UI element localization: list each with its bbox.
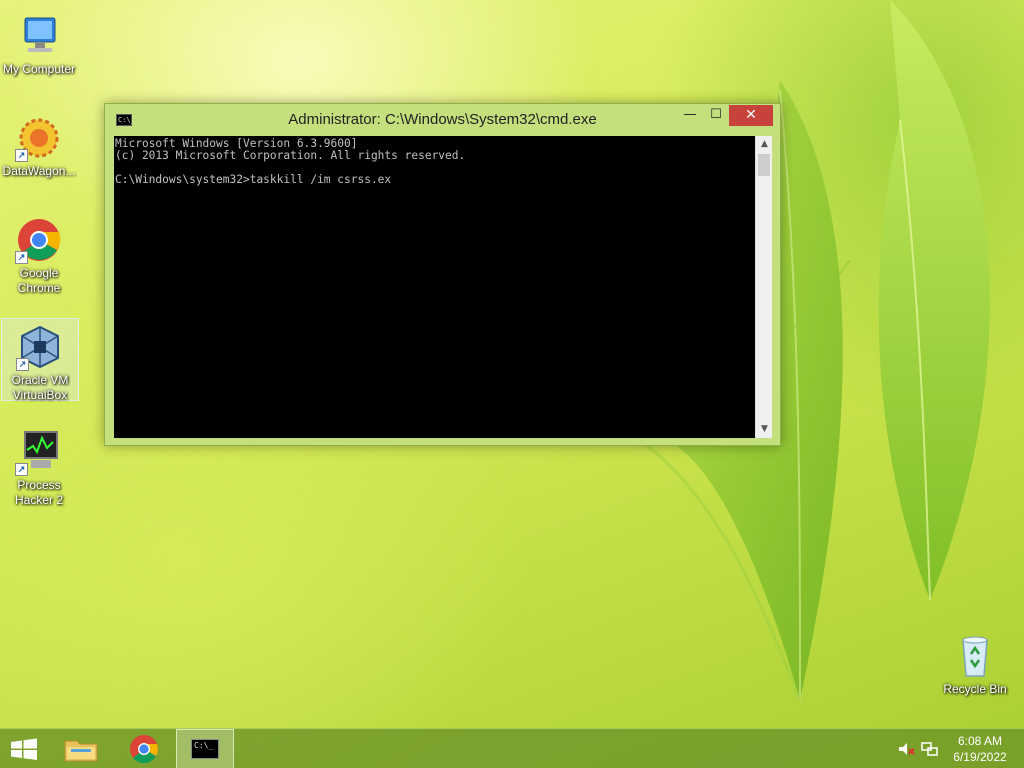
network-icon[interactable] [921,741,939,757]
desktop-icon-my-computer[interactable]: My Computer [0,8,78,77]
console-command-line: C:\Windows\system32>taskkill /im csrss.e… [115,173,392,187]
console-scrollbar[interactable]: ▲ ▼ [755,136,772,438]
clock-time: 6:08 AM [957,734,1003,748]
taskbar-cmd[interactable]: C:\_ [176,729,234,768]
taskbar: C:\_ 6:08 AM 6/19/2022 [0,728,1024,768]
scroll-down-icon[interactable]: ▼ [756,421,773,438]
volume-muted-icon[interactable] [897,741,915,757]
desktop-icon-google-chrome[interactable]: ↗ Google Chrome [0,212,78,296]
windows-logo-icon [11,738,37,760]
console-line: (c) 2013 Microsoft Corporation. All righ… [115,149,466,163]
desktop-icon-label: DataWagon... [2,164,76,178]
cmd-titlebar[interactable]: C:\_ Administrator: C:\Windows\System32\… [105,104,780,136]
shortcut-arrow-icon: ↗ [16,358,29,371]
console-output[interactable]: Microsoft Windows [Version 6.3.9600] (c) … [114,136,755,438]
desktop-icon-datawagon[interactable]: ↗ DataWagon... [0,110,78,179]
chrome-icon [130,735,158,764]
chrome-icon: ↗ [15,216,63,264]
desktop-icon-label: Process Hacker 2 [14,478,64,507]
system-clock[interactable]: 6:08 AM 6/19/2022 [944,733,1016,765]
cmd-window[interactable]: C:\_ Administrator: C:\Windows\System32\… [104,103,781,446]
scrollbar-thumb[interactable] [758,154,770,176]
computer-icon [15,12,63,60]
desktop-icon-label: Google Chrome [17,266,61,295]
cmd-icon: C:\_ [191,739,219,759]
clock-date: 6/19/2022 [953,750,1007,764]
taskbar-file-explorer[interactable] [57,729,105,768]
shortcut-arrow-icon: ↗ [15,149,28,162]
desktop-icon-recycle-bin[interactable]: Recycle Bin [936,628,1014,697]
maximize-button[interactable]: ☐ [703,105,729,126]
folder-icon [64,740,98,762]
desktop-icon-label: Recycle Bin [943,682,1007,696]
start-button[interactable] [0,729,48,768]
desktop-icon-label: Oracle VM VirtualBox [11,373,69,402]
shortcut-arrow-icon: ↗ [15,463,28,476]
process-hacker-icon: ↗ [15,428,63,476]
minimize-button[interactable]: — [677,105,703,126]
taskbar-chrome[interactable] [120,729,168,768]
datawagon-icon: ↗ [15,114,63,162]
desktop-icon-process-hacker[interactable]: ↗ Process Hacker 2 [0,424,78,508]
shortcut-arrow-icon: ↗ [15,251,28,264]
close-button[interactable]: ✕ [729,105,773,126]
virtualbox-icon: ↗ [16,323,64,371]
scroll-up-icon[interactable]: ▲ [756,136,773,153]
recycle-bin-icon [951,632,999,680]
desktop-icon-label: My Computer [2,62,76,76]
desktop-icon-virtualbox[interactable]: ↗ Oracle VM VirtualBox [1,318,79,402]
